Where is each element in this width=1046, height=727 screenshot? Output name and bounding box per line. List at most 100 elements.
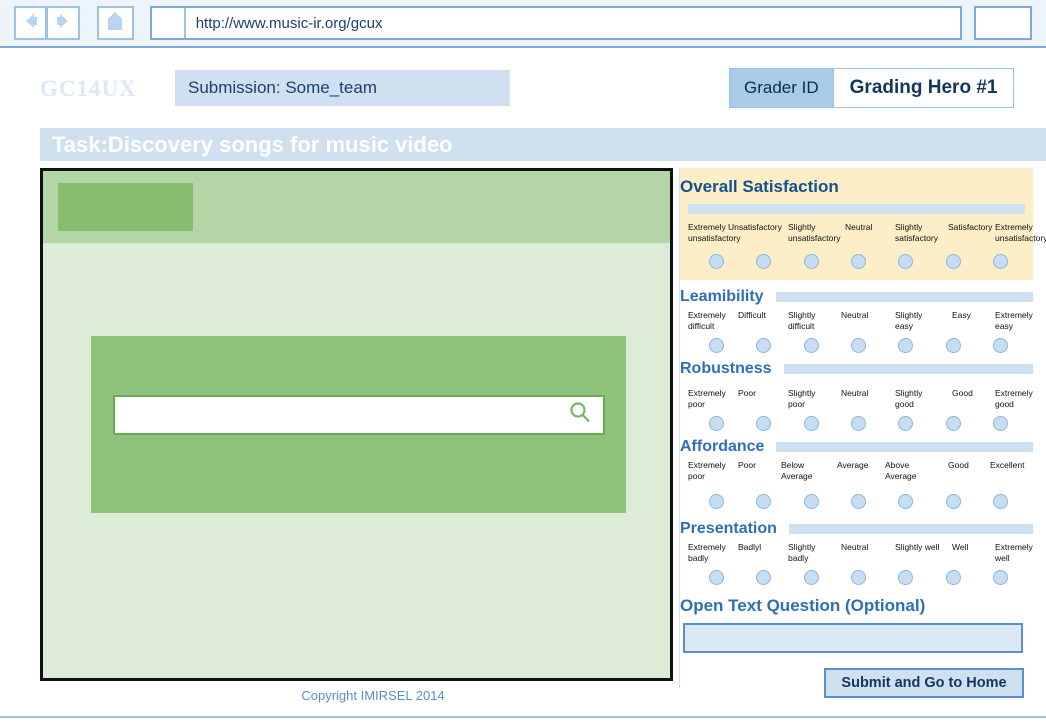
radio-option[interactable] bbox=[709, 338, 724, 353]
scale-label: Slightly well bbox=[895, 542, 940, 552]
scale-label: Badlyl bbox=[738, 542, 762, 552]
scale-label: Extremely well bbox=[995, 542, 1033, 563]
radio-option[interactable] bbox=[756, 416, 771, 431]
section-rule bbox=[788, 524, 1033, 534]
survey-section: Presentation Extremely badly Badlyl Slightl… bbox=[680, 518, 1033, 592]
radio-option[interactable] bbox=[851, 254, 866, 269]
address-bar[interactable] bbox=[149, 6, 962, 40]
scale-label: Neutral bbox=[841, 388, 869, 398]
scale-label: Satisfactory bbox=[948, 222, 993, 232]
open-text-title: Open Text Question (Optional) bbox=[680, 596, 926, 615]
radio-option[interactable] bbox=[993, 570, 1008, 585]
site-search-box[interactable] bbox=[113, 395, 605, 435]
scale-label: Extremely poor bbox=[688, 388, 726, 409]
browser-toolbar bbox=[0, 0, 1046, 48]
radio-option[interactable] bbox=[898, 494, 913, 509]
submit-button[interactable]: Submit and Go to Home bbox=[824, 668, 1024, 698]
radio-option[interactable] bbox=[851, 494, 866, 509]
scale-label: Slightly poor bbox=[788, 388, 816, 409]
nav-button-group bbox=[14, 6, 80, 40]
radio-option[interactable] bbox=[898, 416, 913, 431]
scale-label: Well bbox=[952, 542, 969, 552]
radio-option[interactable] bbox=[804, 416, 819, 431]
radio-option[interactable] bbox=[756, 570, 771, 585]
radio-option[interactable] bbox=[946, 570, 961, 585]
radio-option[interactable] bbox=[709, 254, 724, 269]
radio-option[interactable] bbox=[804, 570, 819, 585]
scale-label: Neutral bbox=[841, 310, 869, 320]
scale-radio-group bbox=[680, 338, 1033, 360]
embedded-site-frame bbox=[40, 168, 673, 681]
radio-option[interactable] bbox=[709, 570, 724, 585]
scale-radio-group bbox=[680, 416, 1033, 438]
radio-option[interactable] bbox=[898, 254, 913, 269]
survey-section: Affordance Extremely poor Poor Below Averag… bbox=[680, 436, 1033, 518]
radio-option[interactable] bbox=[804, 254, 819, 269]
section-header: Robustness bbox=[680, 358, 1033, 380]
radio-option[interactable] bbox=[993, 416, 1008, 431]
radio-option[interactable] bbox=[756, 254, 771, 269]
scale-labels: Extremely badly Badlyl Slightly badly Neutr… bbox=[680, 542, 1033, 570]
radio-option[interactable] bbox=[709, 494, 724, 509]
section-rule bbox=[688, 204, 1025, 214]
radio-option[interactable] bbox=[993, 338, 1008, 353]
back-button[interactable] bbox=[14, 6, 47, 40]
scale-label: Slightly easy bbox=[895, 310, 923, 331]
home-icon bbox=[106, 10, 124, 37]
radio-option[interactable] bbox=[993, 494, 1008, 509]
arrow-right-icon bbox=[53, 12, 73, 35]
scale-radio-group bbox=[680, 570, 1033, 592]
radio-option[interactable] bbox=[946, 254, 961, 269]
scale-label: Neutral bbox=[845, 222, 873, 232]
radio-option[interactable] bbox=[851, 338, 866, 353]
scale-label: Extremely good bbox=[995, 388, 1033, 409]
section-rule bbox=[776, 442, 1033, 452]
magnifier-icon[interactable] bbox=[567, 400, 593, 431]
arrow-left-icon bbox=[21, 12, 41, 35]
grader-id-group: Grader ID Grading Hero #1 bbox=[729, 68, 1015, 108]
scale-label: Excellent bbox=[990, 460, 1025, 470]
app-logo: GC14UX bbox=[40, 76, 137, 101]
home-button[interactable] bbox=[97, 6, 134, 40]
radio-option[interactable] bbox=[709, 416, 724, 431]
radio-option[interactable] bbox=[851, 570, 866, 585]
radio-option[interactable] bbox=[756, 338, 771, 353]
open-text-input[interactable] bbox=[685, 625, 1021, 651]
scale-label: Extremely badly bbox=[688, 542, 726, 563]
task-title-bar: Task:Discovery songs for music video bbox=[40, 128, 1046, 161]
radio-option[interactable] bbox=[851, 416, 866, 431]
open-text-box[interactable] bbox=[683, 623, 1023, 653]
grader-id-value: Grading Hero #1 bbox=[832, 69, 1014, 107]
copyright-text: Copyright IMIRSEL 2014 bbox=[301, 688, 445, 703]
forward-button[interactable] bbox=[47, 6, 80, 40]
radio-option[interactable] bbox=[946, 338, 961, 353]
search-input[interactable] bbox=[125, 405, 567, 425]
favicon-slot bbox=[151, 8, 186, 38]
radio-option[interactable] bbox=[804, 338, 819, 353]
browser-extra-button[interactable] bbox=[974, 6, 1032, 40]
radio-option[interactable] bbox=[946, 494, 961, 509]
url-input[interactable] bbox=[185, 8, 960, 38]
scale-radio-group bbox=[680, 254, 1033, 276]
radio-option[interactable] bbox=[898, 570, 913, 585]
site-search-panel bbox=[91, 336, 626, 513]
radio-option[interactable] bbox=[993, 254, 1008, 269]
scale-label: Difficult bbox=[738, 310, 766, 320]
section-header: Presentation bbox=[680, 518, 1033, 540]
section-header: Affordance bbox=[680, 436, 1033, 458]
radio-option[interactable] bbox=[756, 494, 771, 509]
page-body: GC14UX Submission: Some_team Grader ID G… bbox=[0, 48, 1046, 727]
radio-option[interactable] bbox=[898, 338, 913, 353]
scale-label: Slightly badly bbox=[788, 542, 816, 563]
scale-label: Neutral bbox=[841, 542, 869, 552]
scale-label: Extremely difficult bbox=[688, 310, 726, 331]
radio-option[interactable] bbox=[804, 494, 819, 509]
scale-label: Slightly good bbox=[895, 388, 923, 409]
scale-label: Above Average bbox=[885, 460, 917, 481]
radio-option[interactable] bbox=[946, 416, 961, 431]
survey-section: Robustness Extremely poor Poor Slightly poo… bbox=[680, 358, 1033, 436]
scale-label: Extremely easy bbox=[995, 310, 1033, 331]
section-rule bbox=[775, 292, 1033, 302]
scale-label: Below Average bbox=[781, 460, 813, 481]
scale-labels: Extremely poor Poor Slightly poor Neutral Sl… bbox=[680, 388, 1033, 416]
